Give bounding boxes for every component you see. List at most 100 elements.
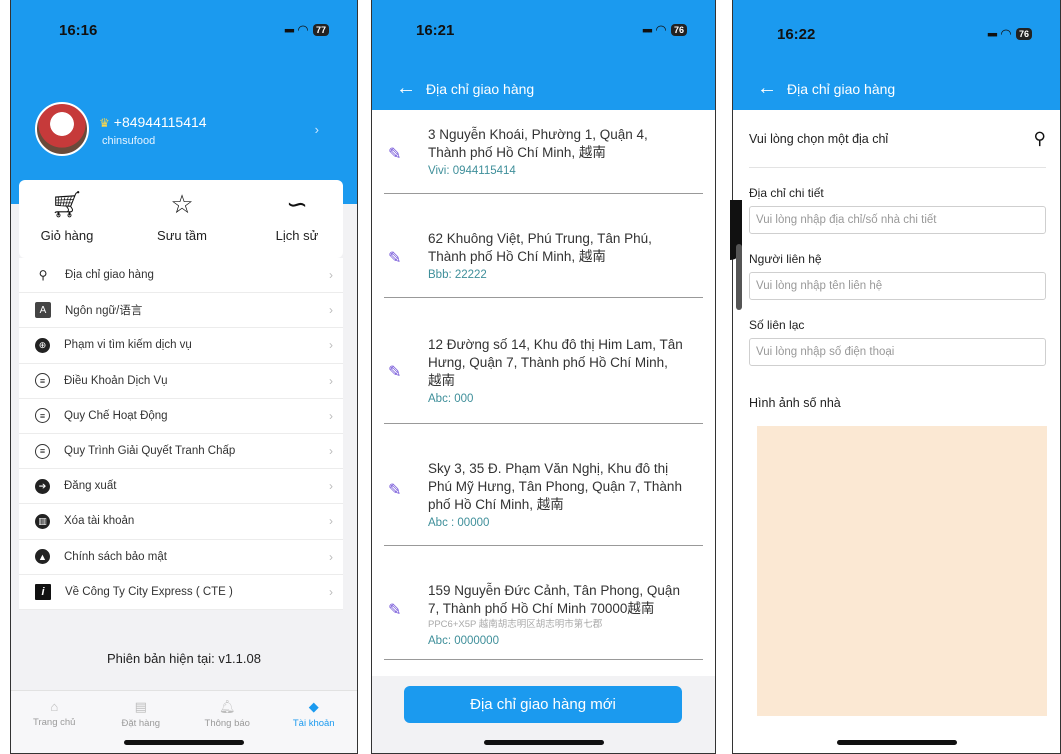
chevron-right-icon: › xyxy=(329,373,333,388)
chevron-right-icon: › xyxy=(329,268,333,283)
menu-item-logout[interactable]: ➔ Đăng xuất › xyxy=(19,469,343,505)
menu-item-language[interactable]: A Ngôn ngữ/语言 › xyxy=(19,293,343,329)
list-item[interactable]: ✎ Sky 3, 35 Đ. Phạm Văn Nghị, Khu đô thị… xyxy=(384,424,703,546)
order-icon: ▤ xyxy=(134,699,147,714)
wifi-icon: ◠ xyxy=(1000,26,1011,41)
status-time: 16:22 xyxy=(777,25,816,43)
crown-icon: ♛ xyxy=(99,116,110,130)
status-bar: 16:21 ▪▪▪ ◠ 76 xyxy=(372,0,715,60)
new-address-screen: 16:22 ▪▪▪ ◠ 76 ← Địa chỉ giao hàng Vui l… xyxy=(732,0,1061,754)
detail-address-label: Địa chỉ chi tiết xyxy=(749,186,824,200)
wifi-icon: ◠ xyxy=(655,22,666,37)
choose-address-row[interactable]: Vui lòng chọn một địa chỉ ⚲ xyxy=(749,110,1046,168)
list-item[interactable]: ✎ 3 Nguyễn Khoái, Phường 1, Quận 4, Thàn… xyxy=(384,110,703,194)
trash-icon: ▥ xyxy=(35,513,50,529)
quick-cart[interactable]: 🛒︎ Giỏ hàng xyxy=(27,190,107,258)
battery-icon: 76 xyxy=(670,24,687,36)
tab-home[interactable]: ⌂ Trang chủ xyxy=(19,699,89,753)
quick-history[interactable]: ∽ Lịch sử xyxy=(257,190,337,258)
chevron-right-icon: › xyxy=(329,303,333,318)
chevron-right-icon[interactable]: › xyxy=(315,122,319,137)
info-icon: i xyxy=(35,583,51,600)
nav-bar: 16:22 ▪▪▪ ◠ 76 ← Địa chỉ giao hàng xyxy=(733,0,1060,110)
list-item[interactable]: ✎ 12 Đường số 14, Khu đô thị Him Lam, Tâ… xyxy=(384,298,703,424)
globe-icon: ⊕ xyxy=(35,337,50,353)
status-bar: 16:16 ▪▪▪ ◠ 77 xyxy=(11,0,357,60)
home-indicator xyxy=(836,740,957,745)
menu-item-regulations[interactable]: ≡ Quy Chế Hoạt Động › xyxy=(19,399,343,434)
detail-address-input[interactable]: Vui lòng nhập địa chỉ/số nhà chi tiết xyxy=(749,206,1046,234)
contact-name-input[interactable]: Vui lòng nhập tên liên hệ xyxy=(749,272,1046,300)
list-icon: ≡ xyxy=(35,408,50,424)
new-address-button[interactable]: Địa chỉ giao hàng mới xyxy=(404,686,682,723)
logout-icon: ➔ xyxy=(35,478,50,494)
tab-account[interactable]: ◆ Tài khoản xyxy=(279,699,349,753)
home-indicator xyxy=(483,740,604,745)
status-bar: 16:22 ▪▪▪ ◠ 76 xyxy=(733,4,1060,64)
edit-icon[interactable]: ✎ xyxy=(388,362,401,382)
back-arrow-icon[interactable]: ← xyxy=(757,78,777,98)
contact-name-label: Người liên hệ xyxy=(749,252,822,266)
menu-item-shipping-address[interactable]: ⚲ Địa chỉ giao hàng › xyxy=(19,258,343,294)
status-time: 16:16 xyxy=(59,21,98,39)
chevron-right-icon: › xyxy=(329,338,333,353)
list-item[interactable]: ✎ 159 Nguyễn Đức Cảnh, Tân Phong, Quận 7… xyxy=(384,546,703,660)
chevron-right-icon: › xyxy=(329,549,333,564)
location-pin-icon[interactable]: ⚲ xyxy=(1034,129,1046,149)
menu-item-terms[interactable]: ≡ Điều Khoản Dịch Vụ › xyxy=(19,364,343,399)
list-icon: ≡ xyxy=(35,373,50,389)
address-form: Vui lòng chọn một địa chỉ ⚲ Địa chỉ chi … xyxy=(733,110,1060,410)
status-time: 16:21 xyxy=(416,21,455,39)
quick-favorites[interactable]: ☆ Sưu tầm xyxy=(142,190,222,258)
settings-menu: ⚲ Địa chỉ giao hàng › A Ngôn ngữ/语言 › ⊕ Phạm … xyxy=(19,258,343,610)
menu-item-service-range[interactable]: ⊕ Phạm vi tìm kiếm dịch vụ › xyxy=(19,328,343,364)
house-photo-label: Hình ảnh số nhà xyxy=(749,396,841,410)
phone-label: Số liên lạc xyxy=(749,318,805,332)
location-pin-icon: ⚲ xyxy=(38,268,48,283)
address-list: ✎ 3 Nguyễn Khoái, Phường 1, Quận 4, Thàn… xyxy=(372,110,715,660)
profile-phone[interactable]: ♛ +84944115414 xyxy=(99,114,207,130)
address-list-screen: 16:21 ▪▪▪ ◠ 76 ← Địa chỉ giao hàng ✎ 3 N… xyxy=(371,0,716,754)
scrollbar[interactable] xyxy=(736,244,742,310)
menu-item-about[interactable]: i Về Công Ty City Express ( CTE ) › xyxy=(19,575,343,610)
tab-orders[interactable]: ▤ Đặt hàng xyxy=(106,699,176,753)
lock-icon: ▲ xyxy=(35,549,50,565)
list-item[interactable]: ✎ 62 Khuông Việt, Phú Trung, Tân Phú, Th… xyxy=(384,194,703,298)
edit-icon[interactable]: ✎ xyxy=(388,600,401,620)
star-icon: ☆ xyxy=(170,189,194,219)
cart-icon: 🛒︎ xyxy=(50,189,84,219)
tab-notifications[interactable]: 🔔︎ Thông báo xyxy=(192,699,262,753)
language-icon: A xyxy=(35,302,51,319)
edit-icon[interactable]: ✎ xyxy=(388,248,401,268)
home-icon: ⌂ xyxy=(50,699,59,714)
profile-username: chinsufood xyxy=(102,135,156,147)
account-screen: 16:16 ▪▪▪ ◠ 77 ♛ +84944115414 chinsufood … xyxy=(10,0,358,754)
signal-icon: ▪▪▪ xyxy=(642,22,653,38)
phone-input[interactable]: Vui lòng nhập số điện thoại xyxy=(749,338,1046,366)
nav-bar: 16:21 ▪▪▪ ◠ 76 ← Địa chỉ giao hàng xyxy=(372,0,715,110)
menu-item-privacy[interactable]: ▲ Chính sách bảo mật › xyxy=(19,540,343,575)
edit-icon[interactable]: ✎ xyxy=(388,144,401,164)
chevron-right-icon: › xyxy=(329,444,333,459)
avatar[interactable] xyxy=(35,102,89,156)
wifi-icon: ◠ xyxy=(297,22,308,37)
page-title: Địa chỉ giao hàng xyxy=(426,81,535,97)
chevron-right-icon: › xyxy=(329,408,333,423)
menu-item-delete-account[interactable]: ▥ Xóa tài khoản › xyxy=(19,504,343,540)
list-icon: ≡ xyxy=(35,443,50,459)
chevron-right-icon: › xyxy=(329,514,333,529)
back-arrow-icon[interactable]: ← xyxy=(396,78,416,98)
chevron-right-icon: › xyxy=(329,584,333,599)
house-photo-upload[interactable] xyxy=(757,426,1047,716)
app-version: Phiên bản hiện tại: v1.1.08 xyxy=(107,651,261,666)
bell-icon: 🔔︎ xyxy=(218,699,236,714)
footprint-icon: ∽ xyxy=(286,189,308,219)
chevron-right-icon: › xyxy=(329,479,333,494)
signal-icon: ▪▪▪ xyxy=(284,22,295,38)
battery-icon: 76 xyxy=(1015,28,1032,40)
edit-icon[interactable]: ✎ xyxy=(388,480,401,500)
page-title: Địa chỉ giao hàng xyxy=(787,81,896,97)
menu-item-dispute[interactable]: ≡ Quy Trình Giải Quyết Tranh Chấp › xyxy=(19,434,343,470)
quick-actions: 🛒︎ Giỏ hàng ☆ Sưu tầm ∽ Lịch sử xyxy=(19,180,343,258)
signal-icon: ▪▪▪ xyxy=(987,26,998,42)
